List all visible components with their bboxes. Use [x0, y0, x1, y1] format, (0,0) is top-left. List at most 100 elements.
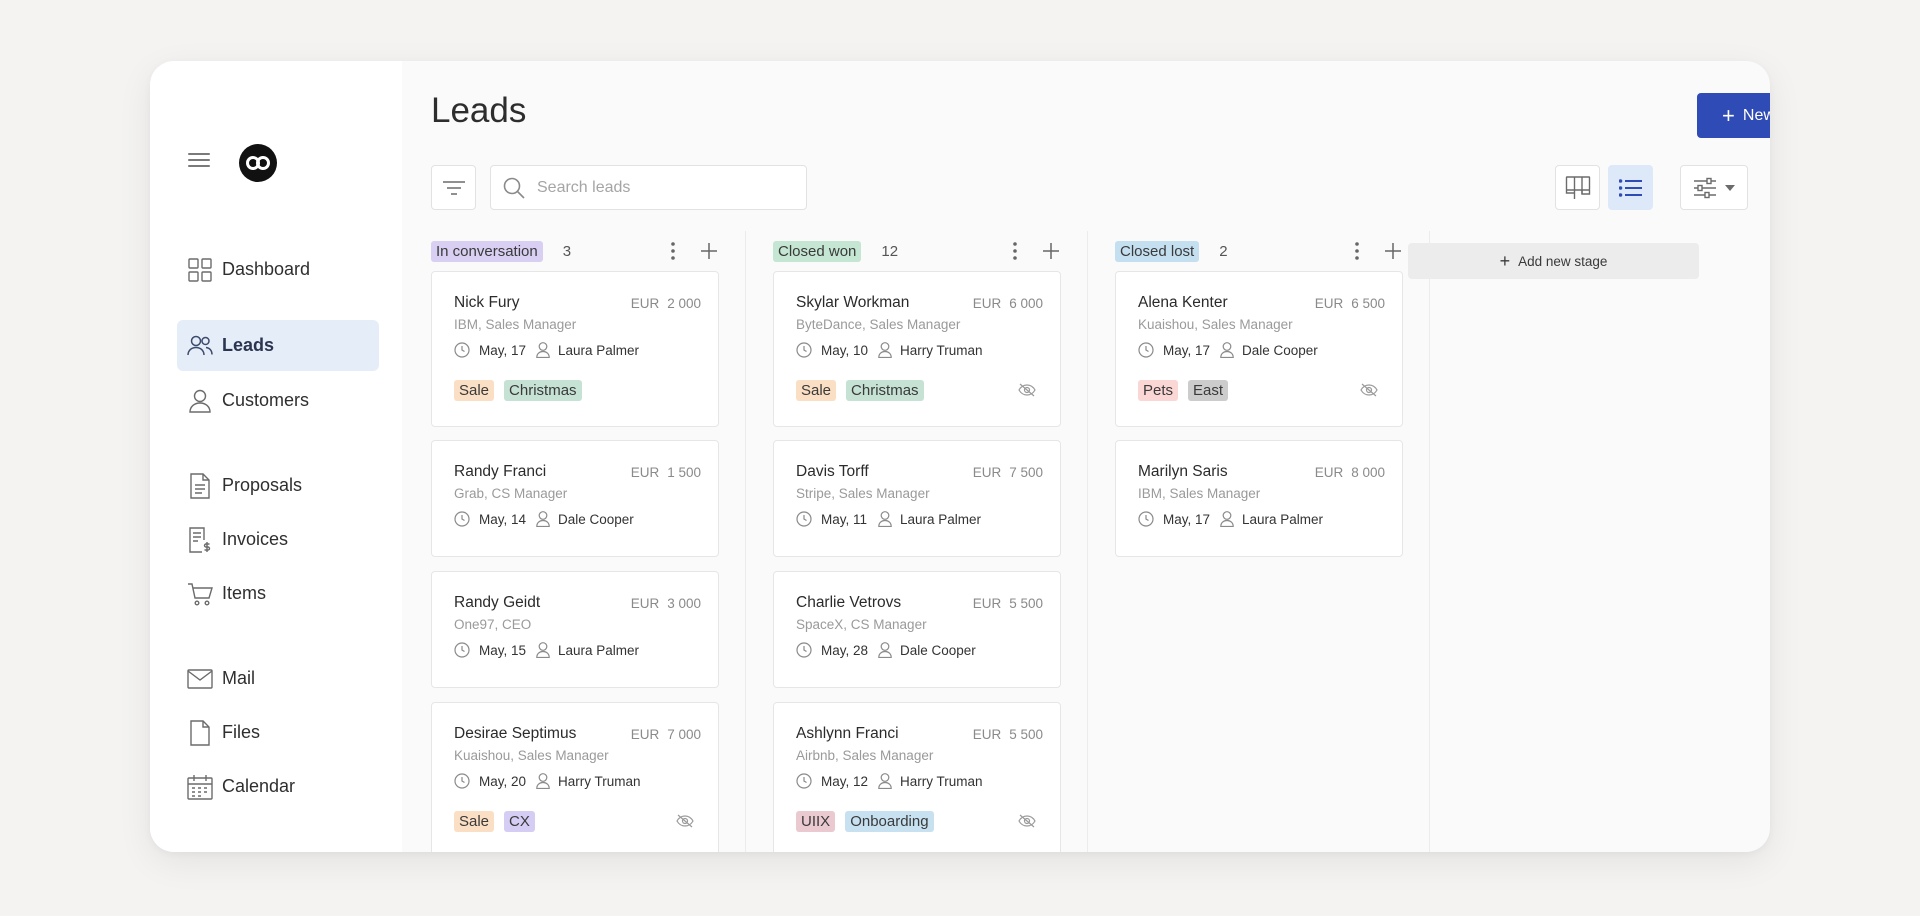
- amount-value: 3 000: [667, 596, 701, 611]
- person-icon: [1220, 342, 1234, 358]
- column-add-button[interactable]: [699, 241, 719, 261]
- tag[interactable]: Sale: [454, 380, 495, 401]
- tag[interactable]: Sale: [796, 380, 837, 401]
- cart-icon: [187, 581, 213, 607]
- filter-icon: [442, 180, 465, 195]
- lead-card[interactable]: Alena Kenter EUR 6 500 Kuaishou, Sales Ma…: [1115, 271, 1403, 427]
- plus-icon: [1043, 243, 1059, 259]
- sidebar-item-proposals[interactable]: Proposals: [177, 460, 379, 511]
- lead-owner: Laura Palmer: [900, 511, 982, 527]
- filter-button[interactable]: [431, 165, 476, 210]
- sidebar-item-leads[interactable]: Leads: [177, 320, 379, 371]
- sidebar-item-dashboard[interactable]: Dashboard: [177, 244, 379, 295]
- lead-card[interactable]: Nick Fury EUR 2 000 IBM, Sales Manager Ma…: [431, 271, 719, 427]
- stage-badge[interactable]: Closed lost: [1115, 240, 1200, 262]
- clock-icon: [454, 342, 470, 358]
- lead-company: One97, CEO: [454, 617, 532, 632]
- sidebar-item-invoices[interactable]: Invoices: [177, 514, 379, 565]
- add-new-stage-label: Add new stage: [1518, 253, 1608, 269]
- tag[interactable]: Christmas: [504, 380, 582, 401]
- stage-badge[interactable]: In conversation: [431, 240, 543, 262]
- search-input[interactable]: [537, 178, 777, 197]
- card-meta: May, 11 Laura Palmer: [796, 511, 981, 527]
- sidebar-item-mail[interactable]: Mail: [177, 653, 379, 704]
- sidebar-item-calendar[interactable]: Calendar: [177, 761, 379, 812]
- lead-date: May, 17: [1163, 511, 1211, 527]
- mail-icon: [187, 666, 213, 692]
- lead-card[interactable]: Davis Torff EUR 7 500 Stripe, Sales Manag…: [773, 440, 1061, 557]
- tag[interactable]: Christmas: [846, 380, 924, 401]
- column-divider: [745, 231, 746, 852]
- search-box[interactable]: [490, 165, 807, 210]
- person-icon: [536, 642, 550, 658]
- lead-owner: Dale Cooper: [900, 642, 976, 658]
- lead-card[interactable]: Randy Geidt EUR 3 000 One97, CEO May, 15 …: [431, 571, 719, 688]
- sidebar-item-label: Dashboard: [222, 259, 311, 279]
- logo[interactable]: [239, 144, 277, 182]
- tag[interactable]: Sale: [454, 811, 495, 832]
- stage-badge[interactable]: Closed won: [773, 240, 862, 262]
- column-more-button[interactable]: [1347, 241, 1367, 261]
- eye-off-icon[interactable]: [1018, 814, 1036, 830]
- clock-icon: [796, 642, 812, 658]
- card-meta: May, 28 Dale Cooper: [796, 642, 976, 658]
- sliders-icon: [1694, 177, 1716, 198]
- lead-card[interactable]: Skylar Workman EUR 6 000 ByteDance, Sales…: [773, 271, 1061, 427]
- eye-off-icon[interactable]: [676, 814, 694, 830]
- card-tags: Sale Christmas: [796, 380, 924, 401]
- new-lead-button[interactable]: + New Lead: [1697, 93, 1770, 138]
- sidebar-item-files[interactable]: Files: [177, 707, 379, 758]
- lead-name: Alena Kenter: [1138, 294, 1228, 311]
- column-add-button[interactable]: [1383, 241, 1403, 261]
- sidebar-item-items[interactable]: Items: [177, 568, 379, 619]
- lead-amount: EUR 8 000: [1315, 465, 1385, 480]
- lead-amount: EUR 2 000: [631, 296, 701, 311]
- lead-card[interactable]: Ashlynn Franci EUR 5 500 Airbnb, Sales Ma…: [773, 702, 1061, 852]
- lead-company: IBM, Sales Manager: [454, 317, 577, 332]
- lead-name: Skylar Workman: [796, 294, 910, 311]
- column-more-button[interactable]: [1005, 241, 1025, 261]
- lead-amount: EUR 1 500: [631, 465, 701, 480]
- view-settings-dropdown[interactable]: [1680, 165, 1748, 210]
- lead-name: Davis Torff: [796, 463, 869, 480]
- kanban-view-button[interactable]: [1555, 165, 1600, 210]
- stage-count: 12: [881, 242, 899, 260]
- card-meta: May, 14 Dale Cooper: [454, 511, 634, 527]
- lead-company: Kuaishou, Sales Manager: [454, 748, 609, 763]
- card-meta: May, 17 Dale Cooper: [1138, 342, 1318, 358]
- user-icon: [187, 388, 213, 414]
- list-view-button[interactable]: [1608, 165, 1653, 210]
- add-new-stage-button[interactable]: + Add new stage: [1408, 243, 1699, 279]
- tag[interactable]: UIIX: [796, 811, 836, 832]
- clock-icon: [1138, 342, 1154, 358]
- lead-card[interactable]: Charlie Vetrovs EUR 5 500 SpaceX, CS Mana…: [773, 571, 1061, 688]
- tag[interactable]: Onboarding: [845, 811, 934, 832]
- lead-date: May, 11: [821, 511, 868, 527]
- lead-amount: EUR 6 000: [973, 296, 1043, 311]
- hamburger-menu-icon[interactable]: [188, 153, 210, 171]
- lead-card[interactable]: Randy Franci EUR 1 500 Grab, CS Manager M…: [431, 440, 719, 557]
- stage-count: 3: [562, 242, 572, 260]
- tag[interactable]: CX: [504, 811, 535, 832]
- tag[interactable]: Pets: [1138, 380, 1179, 401]
- lead-card[interactable]: Desirae Septimus EUR 7 000 Kuaishou, Sale…: [431, 702, 719, 852]
- lead-owner: Harry Truman: [900, 773, 983, 789]
- eye-off-icon[interactable]: [1018, 383, 1036, 399]
- person-icon: [878, 773, 892, 789]
- invoice-icon: [187, 526, 213, 553]
- card-tags: Sale Christmas: [454, 380, 582, 401]
- sidebar-item-customers[interactable]: Customers: [177, 375, 379, 426]
- lead-card[interactable]: Marilyn Saris EUR 8 000 IBM, Sales Manage…: [1115, 440, 1403, 557]
- lead-name: Ashlynn Franci: [796, 725, 899, 742]
- sidebar-item-label: Items: [222, 583, 267, 603]
- column-more-button[interactable]: [663, 241, 683, 261]
- plus-icon: +: [1499, 251, 1511, 271]
- sidebar-item-label: Customers: [222, 390, 310, 410]
- lead-amount: EUR 7 000: [631, 727, 701, 742]
- card-meta: May, 12 Harry Truman: [796, 773, 983, 789]
- column-add-button[interactable]: [1041, 241, 1061, 261]
- eye-off-icon[interactable]: [1360, 383, 1378, 399]
- tag[interactable]: East: [1188, 380, 1229, 401]
- lead-name: Marilyn Saris: [1138, 463, 1228, 480]
- plus-icon: +: [1722, 102, 1735, 128]
